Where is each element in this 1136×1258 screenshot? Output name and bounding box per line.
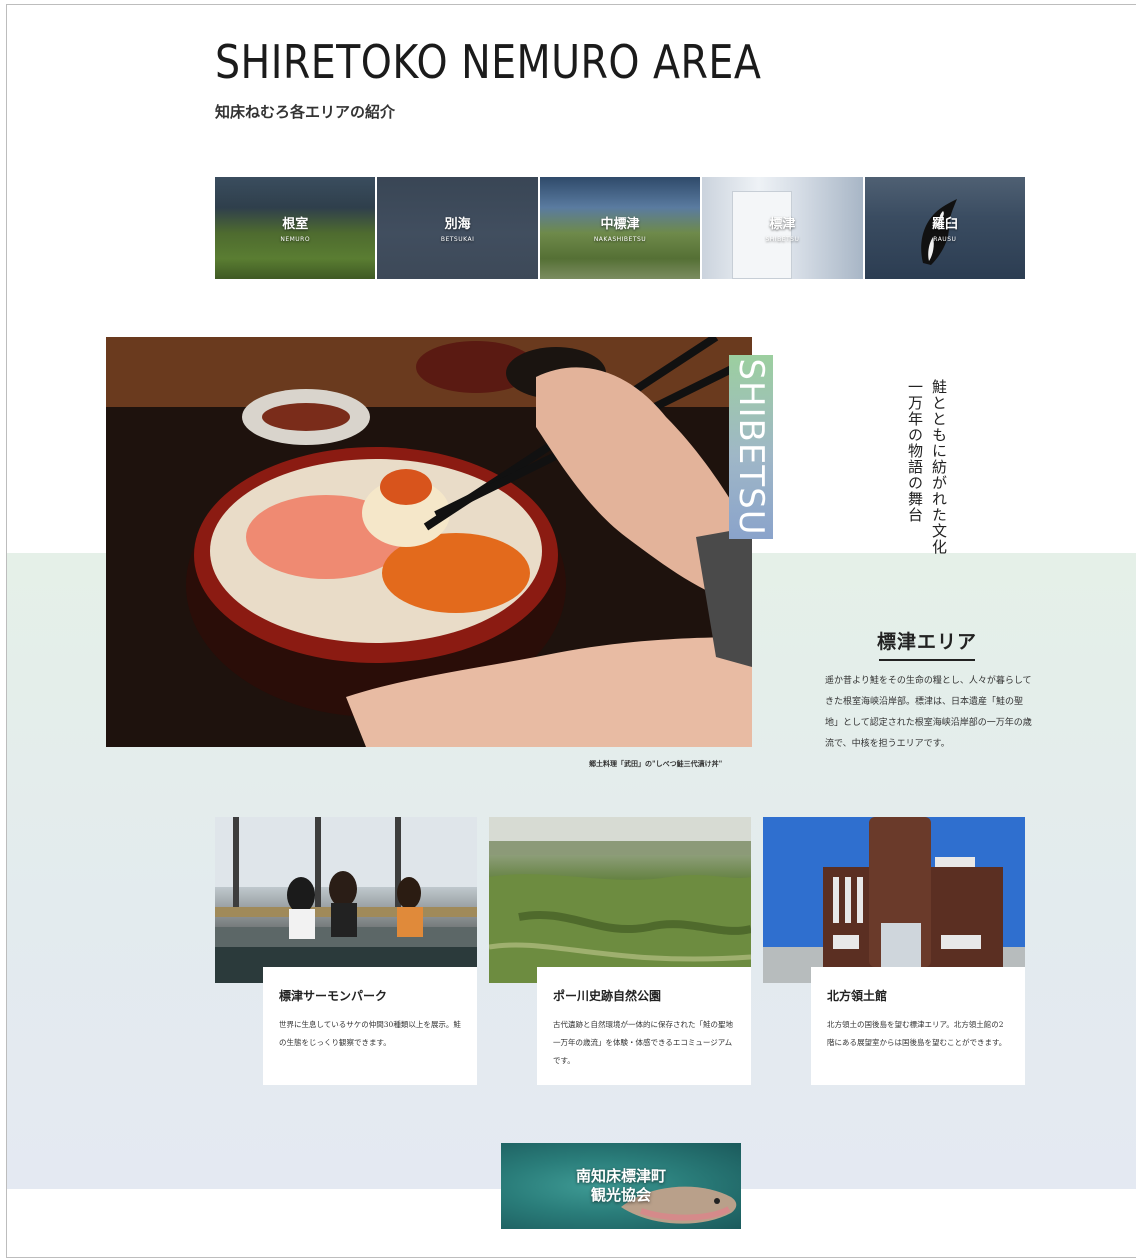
page-frame: SHIRETOKO NEMURO AREA 知床ねむろ各エリアの紹介 根室 NE… <box>6 4 1136 1258</box>
nav-item-rausu[interactable]: 羅臼 RAUSU <box>864 177 1026 279</box>
page-title: SHIRETOKO NEMURO AREA <box>215 35 762 89</box>
spot-card-title: ポー川史跡自然公園 <box>553 989 662 1003</box>
nav-item-betsukai[interactable]: 別海 BETSUKAI <box>377 177 538 279</box>
spot-card[interactable]: 北方領土館 北方領土の国後島を望む標津エリア。北方領土館の2階にある展望室からは… <box>763 817 1025 1087</box>
feature-photo <box>106 337 752 747</box>
orca-image <box>920 199 957 265</box>
nav-item-nakashibetsu[interactable]: 中標津 NAKASHIBETSU <box>539 177 701 279</box>
banner-line: 観光協会 <box>590 1186 651 1204</box>
area-description: 遥か昔より鮭をその生命の糧とし、人々が暮らしてきた根室海峡沿岸部。標津は、日本遺… <box>825 676 1032 749</box>
wetland-park-image <box>489 817 751 983</box>
nav-item-sublabel: SHIBETSU <box>765 236 800 243</box>
building-image <box>732 191 793 279</box>
spot-card[interactable]: 標津サーモンパーク 世界に生息しているサケの仲間30種類以上を展示。鮭の生態をじ… <box>215 817 477 1087</box>
photo-caption: 郷土料理「武田」の"しべつ鮭三代漬け丼" <box>589 759 723 768</box>
spot-card-image <box>489 817 751 983</box>
northern-territories-museum-image <box>763 817 1025 983</box>
nav-item-label: 羅臼 <box>931 217 958 232</box>
spot-card-description: 北方領土の国後島を望む標津エリア。北方領土館の2階にある展望室からは国後島を望む… <box>827 1020 1007 1047</box>
nav-item-sublabel: NAKASHIBETSU <box>593 236 647 243</box>
banner-text: 南知床標津町 観光協会 <box>501 1167 741 1205</box>
nav-item-label: 根室 <box>282 217 309 232</box>
spot-card-image <box>763 817 1025 983</box>
area-nav: 根室 NEMURO 別海 BETSUKAI 中標津 NAKASHIBETSU 標… <box>215 177 1026 279</box>
salmon-rice-bowl-image <box>106 337 752 747</box>
nav-item-label: 別海 <box>444 217 471 232</box>
tourism-association-banner[interactable]: 南知床標津町 観光協会 <box>501 1143 741 1229</box>
nav-item-sublabel: NEMURO <box>280 236 311 243</box>
banner-line: 南知床標津町 <box>575 1167 666 1185</box>
nav-item-label: 標津 <box>769 217 796 232</box>
spot-card[interactable]: ポー川史跡自然公園 古代遺跡と自然環境が一体的に保存された「鮭の聖地一万年の歳流… <box>489 817 751 1087</box>
spot-card-body: ポー川史跡自然公園 古代遺跡と自然環境が一体的に保存された「鮭の聖地一万年の歳流… <box>537 967 751 1085</box>
salmon-park-image <box>215 817 477 983</box>
spot-card-description: 世界に生息しているサケの仲間30種類以上を展示。鮭の生態をじっくり観察できます。 <box>279 1020 461 1047</box>
nav-item-sublabel: BETSUKAI <box>440 236 475 243</box>
area-tagline: 鮭とともに紡がれた文化 一万年の物語の舞台 <box>906 379 948 555</box>
nav-item-shibetsu[interactable]: 標津 SHIBETSU <box>702 177 863 279</box>
area-badge-label: SHIBETSU <box>731 358 771 536</box>
spot-card-body: 北方領土館 北方領土の国後島を望む標津エリア。北方領土館の2階にある展望室からは… <box>811 967 1025 1085</box>
nav-item-sublabel: RAUSU <box>933 236 957 243</box>
heading-underline <box>879 659 975 661</box>
nav-item-nemuro[interactable]: 根室 NEMURO <box>215 177 376 279</box>
page-subtitle: 知床ねむろ各エリアの紹介 <box>215 103 396 121</box>
spot-card-title: 北方領土館 <box>827 989 888 1003</box>
area-badge: SHIBETSU <box>729 355 773 539</box>
spot-card-image <box>215 817 477 983</box>
area-heading: 標津エリア <box>877 631 978 653</box>
nav-item-label: 中標津 <box>600 217 640 232</box>
spot-card-body: 標津サーモンパーク 世界に生息しているサケの仲間30種類以上を展示。鮭の生態をじ… <box>263 967 477 1085</box>
spot-card-description: 古代遺跡と自然環境が一体的に保存された「鮭の聖地一万年の歳流」を体験・体感できる… <box>553 1020 733 1065</box>
spot-card-title: 標津サーモンパーク <box>279 989 388 1003</box>
